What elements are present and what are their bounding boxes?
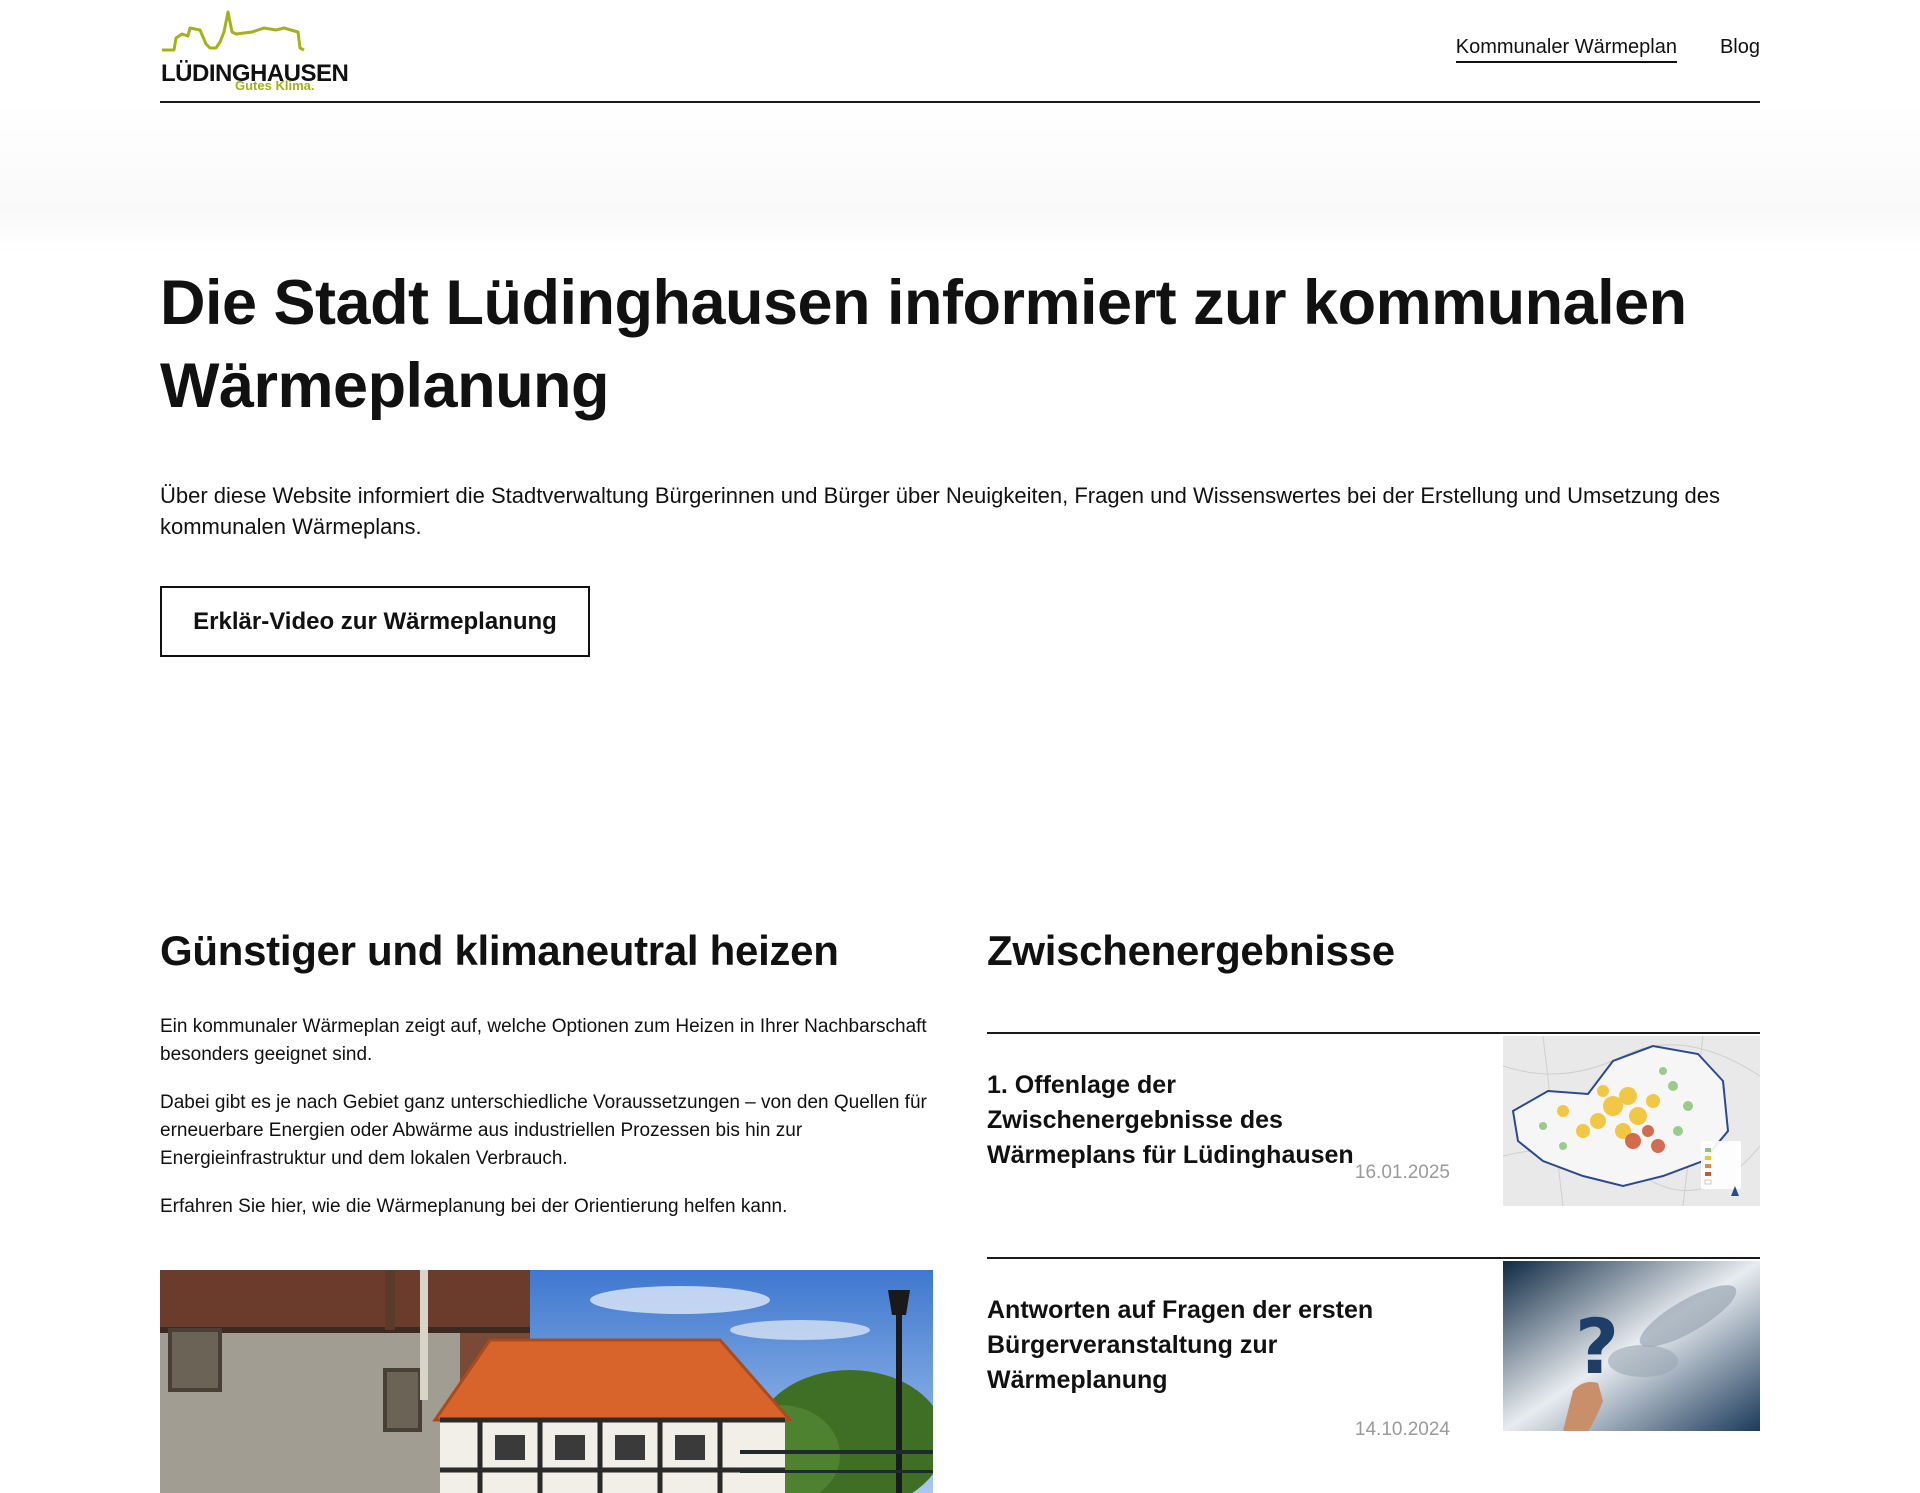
- blog-post-card[interactable]: 1. Offenlage der Zwischenergebnisse des …: [987, 1032, 1760, 1206]
- section-title-heizen: Günstiger und klimaneutral heizen: [160, 927, 839, 974]
- blog-post-date: 14.10.2024: [1354, 1419, 1450, 1440]
- site-logo[interactable]: LÜDINGHAUSEN Gutes Klima.: [160, 10, 349, 93]
- question-mark-thumbnail-icon[interactable]: ?: [1503, 1261, 1760, 1431]
- explainer-video-button[interactable]: Erklär-Video zur Wärmeplanung: [160, 586, 590, 657]
- blog-post-date: 16.01.2025: [1354, 1162, 1450, 1183]
- hero-background: [0, 103, 1920, 255]
- nav-item-kommunaler-waermeplan[interactable]: Kommunaler Wärmeplan: [1455, 36, 1677, 63]
- hero-intro-text: Über diese Website informiert die Stadtv…: [160, 483, 1720, 539]
- nav-item-blog[interactable]: Blog: [1720, 36, 1760, 63]
- blog-post-title[interactable]: 1. Offenlage der Zwischenergebnisse des …: [987, 1068, 1427, 1173]
- heat-map-thumbnail-icon[interactable]: [1503, 1036, 1760, 1206]
- paragraph: Ein kommunaler Wärmeplan zeigt auf, welc…: [160, 1016, 927, 1065]
- paragraph: Erfahren Sie hier, wie die Wärmeplanung …: [160, 1196, 788, 1217]
- paragraph: Dabei gibt es je nach Gebiet ganz unters…: [160, 1092, 927, 1169]
- page: LÜDINGHAUSEN Gutes Klima. Kommunaler Wär…: [0, 0, 1920, 1493]
- main-nav: Kommunaler Wärmeplan Blog: [1455, 36, 1760, 63]
- skyline-logo-icon: [162, 10, 305, 52]
- half-timbered-building-photo: [160, 1270, 933, 1493]
- page-title: Die Stadt Lüdinghausen informiert zur ko…: [160, 268, 1687, 421]
- svg-text:?: ?: [1575, 1302, 1619, 1391]
- blog-post-card[interactable]: Antworten auf Fragen der ersten Bürgerve…: [987, 1257, 1760, 1440]
- section-text-heizen: Ein kommunaler Wärmeplan zeigt auf, welc…: [160, 1013, 940, 1241]
- site-header: LÜDINGHAUSEN Gutes Klima. Kommunaler Wär…: [160, 0, 1760, 103]
- blog-post-title[interactable]: Antworten auf Fragen der ersten Bürgerve…: [987, 1293, 1427, 1398]
- section-title-zwischenergebnisse: Zwischenergebnisse: [987, 927, 1395, 974]
- brand-tagline: Gutes Klima.: [235, 78, 315, 93]
